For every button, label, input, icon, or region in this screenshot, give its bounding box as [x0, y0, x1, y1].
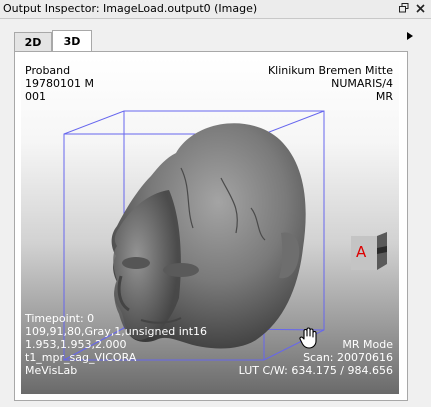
patient-name: Proband — [25, 64, 71, 77]
float-window-icon[interactable] — [397, 1, 411, 15]
voxel-size-text: 1.953,1.953,2.000 — [25, 338, 127, 351]
lut-text: LUT C/W: 634.175 / 984.656 — [238, 364, 393, 377]
image-info: Timepoint: 0 109,91,80,Gray,1,unsigned i… — [25, 312, 207, 377]
software-name-text: MeVisLab — [25, 364, 78, 377]
patient-info: Proband 19780101 M 001 — [25, 64, 94, 103]
patient-birth-sex: 19780101 M — [25, 77, 94, 90]
window-title: Output Inspector: ImageLoad.output0 (Ima… — [3, 2, 258, 15]
viewer-frame: Proband 19780101 M 001 Klinikum Bremen M… — [14, 51, 408, 401]
tab-3d[interactable]: 3D — [52, 30, 92, 52]
institution-name: Klinikum Bremen Mitte — [267, 64, 393, 77]
arrow-right-icon[interactable] — [407, 32, 413, 42]
modality: MR — [375, 90, 393, 103]
image-dimensions-text: 109,91,80,Gray,1,unsigned int16 — [25, 325, 208, 338]
title-bar: Output Inspector: ImageLoad.output0 (Ima… — [0, 0, 431, 19]
inspector-panel: 2D 3D Proband 19780101 M 001 Klinikum Br… — [2, 22, 427, 403]
scan-date-text: Scan: 20070616 — [303, 351, 393, 364]
orientation-label: A — [356, 243, 367, 261]
hand-cursor-icon — [297, 326, 321, 350]
close-icon[interactable] — [413, 1, 427, 15]
series-name-text: t1_mpr_sag_VICORA — [25, 351, 137, 364]
scanner-model: NUMARIS/4 — [331, 77, 393, 90]
timepoint-text: Timepoint: 0 — [25, 312, 95, 325]
orientation-cube-icon: A — [347, 232, 391, 272]
institution-info: Klinikum Bremen Mitte NUMARIS/4 MR — [268, 64, 393, 103]
patient-id: 001 — [25, 90, 46, 103]
tab-2d[interactable]: 2D — [14, 32, 52, 51]
3d-viewer[interactable]: Proband 19780101 M 001 Klinikum Bremen M… — [21, 58, 399, 394]
